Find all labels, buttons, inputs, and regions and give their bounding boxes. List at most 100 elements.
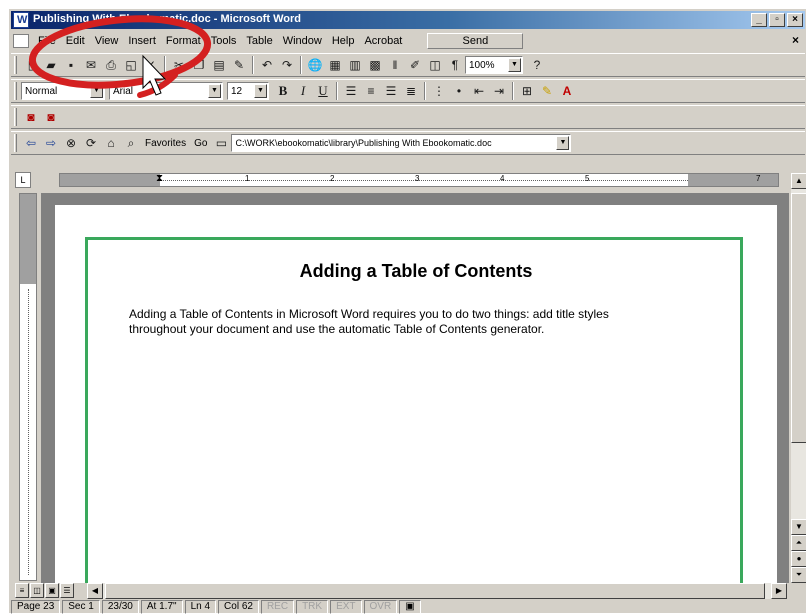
save-icon[interactable]: ▪ (61, 55, 81, 75)
font-color-icon[interactable]: A (557, 81, 577, 101)
bullets-icon[interactable]: • (449, 81, 469, 101)
insert-table-icon[interactable]: ▥ (345, 55, 365, 75)
copy-icon[interactable]: ❐ (189, 55, 209, 75)
bold-button[interactable]: B (273, 81, 293, 101)
underline-button[interactable]: U (313, 81, 333, 101)
format-painter-icon[interactable]: ✎ (229, 55, 249, 75)
print-icon[interactable]: ⎙ (101, 55, 121, 75)
numbering-icon[interactable]: ⋮ (429, 81, 449, 101)
web-layout-view-icon[interactable]: ◫ (30, 583, 44, 598)
insert-excel-icon[interactable]: ▩ (365, 55, 385, 75)
normal-view-icon[interactable]: ≡ (15, 583, 29, 598)
toolbar-grip[interactable] (14, 108, 17, 126)
menu-tools[interactable]: Tools (206, 35, 242, 47)
align-left-icon[interactable]: ☰ (341, 81, 361, 101)
vertical-scrollbar[interactable]: ▲ ▼ ⏶ ● ⏷ (791, 173, 806, 583)
print-layout-view-icon[interactable]: ▣ (45, 583, 59, 598)
document-close-icon[interactable]: × (792, 33, 799, 47)
chevron-down-icon[interactable]: ▼ (208, 84, 221, 98)
toolbar-grip[interactable] (14, 82, 17, 100)
horizontal-scroll-thumb[interactable] (105, 583, 765, 599)
menu-help[interactable]: Help (327, 35, 360, 47)
open-icon[interactable]: ▰ (41, 55, 61, 75)
previous-page-icon[interactable]: ⏶ (791, 535, 806, 551)
hyperlink-icon[interactable]: 🌐 (305, 55, 325, 75)
go-menu[interactable]: Go (190, 138, 211, 149)
document-icon[interactable] (13, 34, 29, 48)
indent-marker-icon[interactable]: ⧗ (156, 173, 163, 184)
scroll-up-icon[interactable]: ▲ (791, 173, 806, 189)
document-page[interactable]: Adding a Table of Contents Adding a Tabl… (55, 205, 777, 583)
menu-edit[interactable]: Edit (61, 35, 90, 47)
word-app-icon[interactable]: W (13, 12, 29, 28)
tables-borders-icon[interactable]: ▦ (325, 55, 345, 75)
status-track-changes[interactable]: TRK (296, 599, 329, 614)
show-hide-icon[interactable]: ¶ (445, 55, 465, 75)
chevron-down-icon[interactable]: ▼ (556, 136, 570, 150)
columns-icon[interactable]: ‖ (385, 55, 405, 75)
increase-indent-icon[interactable]: ⇥ (489, 81, 509, 101)
justify-icon[interactable]: ≣ (401, 81, 421, 101)
highlight-icon[interactable]: ✎ (537, 81, 557, 101)
address-field[interactable]: C:\WORK\ebookomatic\library\Publishing W… (231, 134, 572, 152)
redo-icon[interactable]: ↷ (277, 55, 297, 75)
new-document-icon[interactable]: ▯ (21, 55, 41, 75)
minimize-button[interactable]: _ (751, 13, 767, 27)
document-paragraph[interactable]: Adding a Table of Contents in Microsoft … (129, 307, 629, 337)
send-button[interactable]: Send (427, 33, 524, 49)
status-extend-selection[interactable]: EXT (330, 599, 362, 614)
search-web-icon[interactable]: ⌕ (121, 133, 141, 153)
style-select[interactable]: Normal ▼ (21, 82, 105, 100)
vertical-ruler[interactable] (19, 193, 37, 581)
undo-icon[interactable]: ↶ (257, 55, 277, 75)
outline-view-icon[interactable]: ☰ (60, 583, 74, 598)
menu-table[interactable]: Table (241, 35, 277, 47)
next-page-icon[interactable]: ⏷ (791, 567, 806, 583)
cut-icon[interactable]: ✂ (169, 55, 189, 75)
tab-selector[interactable]: L (15, 172, 31, 188)
print-preview-icon[interactable]: ◱ (121, 55, 141, 75)
font-select[interactable]: Arial ▼ (109, 82, 223, 100)
toolbar-grip[interactable] (14, 134, 17, 152)
toolbar-grip[interactable] (14, 56, 17, 74)
chevron-down-icon[interactable]: ▼ (508, 58, 521, 72)
vertical-scroll-thumb[interactable] (791, 193, 806, 443)
document-map-icon[interactable]: ◫ (425, 55, 445, 75)
email-icon[interactable]: ✉ (81, 55, 101, 75)
show-only-web-toolbar-icon[interactable]: ▭ (211, 133, 231, 153)
document-heading[interactable]: Adding a Table of Contents (55, 261, 777, 282)
menu-format[interactable]: Format (161, 35, 206, 47)
maximize-button[interactable]: ▫ (769, 13, 785, 27)
refresh-icon[interactable]: ⟳ (81, 133, 101, 153)
align-center-icon[interactable]: ≡ (361, 81, 381, 101)
menu-window[interactable]: Window (278, 35, 327, 47)
chevron-down-icon[interactable]: ▼ (90, 84, 103, 98)
horizontal-scrollbar[interactable]: ◀ ▶ (87, 583, 787, 599)
document-area[interactable]: Adding a Table of Contents Adding a Tabl… (41, 193, 789, 583)
menu-acrobat[interactable]: Acrobat (359, 35, 407, 47)
horizontal-ruler[interactable]: 1 2 3 4 5 7 ⧗ (59, 173, 779, 187)
stop-icon[interactable]: ⊗ (61, 133, 81, 153)
status-overtype[interactable]: OVR (363, 599, 398, 614)
zoom-select[interactable]: 100% ▼ (465, 56, 523, 74)
menu-file[interactable]: File (33, 35, 61, 47)
title-bar[interactable]: W Publishing With Ebookomatic.doc - Micr… (11, 11, 805, 29)
italic-button[interactable]: I (293, 81, 313, 101)
menu-insert[interactable]: Insert (123, 35, 161, 47)
scroll-left-icon[interactable]: ◀ (87, 583, 103, 599)
select-browse-object-icon[interactable]: ● (791, 551, 806, 567)
menu-view[interactable]: View (90, 35, 124, 47)
drawing-icon[interactable]: ✐ (405, 55, 425, 75)
back-icon[interactable]: ⇦ (21, 133, 41, 153)
convert-to-pdf-icon[interactable]: ◙ (21, 107, 41, 127)
scroll-right-icon[interactable]: ▶ (771, 583, 787, 599)
convert-and-email-pdf-icon[interactable]: ◙ (41, 107, 61, 127)
spelling-status-icon[interactable]: ▣ (399, 599, 421, 614)
borders-icon[interactable]: ⊞ (517, 81, 537, 101)
scroll-down-icon[interactable]: ▼ (791, 519, 806, 535)
favorites-menu[interactable]: Favorites (141, 138, 190, 149)
chevron-down-icon[interactable]: ▼ (254, 84, 267, 98)
status-record-macro[interactable]: REC (260, 599, 295, 614)
close-button[interactable]: × (787, 13, 803, 27)
decrease-indent-icon[interactable]: ⇤ (469, 81, 489, 101)
